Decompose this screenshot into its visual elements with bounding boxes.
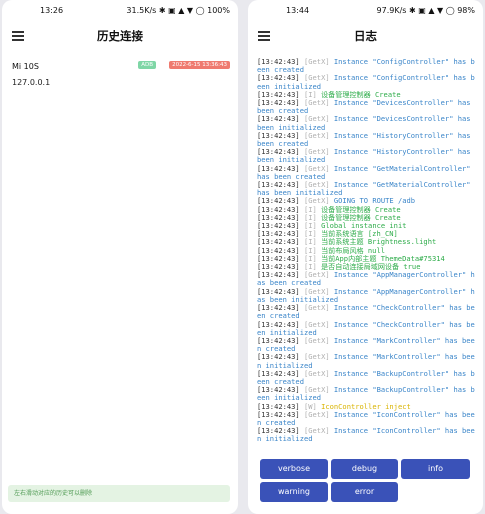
log-line: [13:42:43] [GetX] Instance "BackupContro… bbox=[257, 385, 477, 402]
log-line: [13:42:43] [GetX] Instance "ConfigContro… bbox=[257, 74, 477, 91]
log-tag: [GetX] bbox=[299, 58, 334, 66]
log-view[interactable]: [13:42:43] [GetX] Instance "ConfigContro… bbox=[257, 58, 477, 458]
status-indicators: 31.5K/s ✱ ▣ ▲ ▼ ◯ 100% bbox=[126, 6, 230, 15]
log-line: [13:42:43] [GetX] Instance "DevicesContr… bbox=[257, 98, 477, 115]
swipe-hint: 左右滑动对应的历史可以删除 bbox=[8, 485, 230, 502]
history-device-item[interactable]: Mi 10S 127.0.0.1 ADB 2022-6-15 13:36:43 bbox=[12, 60, 230, 90]
warning-button[interactable]: warning bbox=[260, 482, 328, 502]
log-line: [13:42:43] [GetX] Instance "HistoryContr… bbox=[257, 148, 477, 165]
log-line: [13:42:43] [GetX] Instance "AppManagerCo… bbox=[257, 287, 477, 304]
log-line: [13:42:43] [GetX] Instance "MarkControll… bbox=[257, 353, 477, 370]
app-bar: 日志 bbox=[248, 22, 483, 50]
log-screen: 13:44 97.9K/s ✱ ▣ ▲ ▼ ◯ 98% 日志 [13:42:43… bbox=[248, 0, 483, 514]
log-line: [13:42:43] [GetX] Instance "HistoryContr… bbox=[257, 131, 477, 148]
log-line: [13:42:43] [GetX] Instance "GetMaterialC… bbox=[257, 164, 477, 181]
log-line: [13:42:43] [GetX] Instance "MarkControll… bbox=[257, 335, 477, 353]
log-tag: [GetX] bbox=[299, 303, 334, 313]
log-line: [13:42:43] [GetX] Instance "DevicesContr… bbox=[257, 115, 477, 132]
status-bar: 13:26 31.5K/s ✱ ▣ ▲ ▼ ◯ 100% bbox=[2, 0, 238, 22]
page-title: 日志 bbox=[354, 29, 377, 43]
page-title: 历史连接 bbox=[97, 29, 143, 43]
status-time: 13:44 bbox=[286, 6, 310, 15]
log-line: [13:42:43] [GetX] Instance "GetMaterialC… bbox=[257, 180, 477, 197]
connection-type-badge: ADB bbox=[138, 61, 156, 69]
log-line: [13:42:43] [GetX] Instance "IconControll… bbox=[257, 426, 477, 443]
device-ip: 127.0.0.1 bbox=[12, 78, 51, 87]
history-screen: 13:26 31.5K/s ✱ ▣ ▲ ▼ ◯ 100% 历史连接 Mi 10S… bbox=[2, 0, 238, 514]
log-tag: [GetX] bbox=[299, 368, 334, 378]
log-line: [13:42:43] [GetX] Instance "ConfigContro… bbox=[257, 58, 477, 74]
log-tag: [GetX] bbox=[299, 335, 334, 345]
status-bar: 13:44 97.9K/s ✱ ▣ ▲ ▼ ◯ 98% bbox=[248, 0, 483, 22]
verbose-button[interactable]: verbose bbox=[260, 459, 328, 479]
error-button[interactable]: error bbox=[331, 482, 398, 502]
timestamp-badge: 2022-6-15 13:36:43 bbox=[169, 61, 230, 69]
info-button[interactable]: info bbox=[401, 459, 470, 479]
log-line: [13:42:43] [GetX] Instance "CheckControl… bbox=[257, 303, 477, 320]
log-line: [13:42:43] [GetX] Instance "BackupContro… bbox=[257, 368, 477, 386]
device-name: Mi 10S bbox=[12, 62, 39, 71]
log-line: [13:42:43] [GetX] Instance "AppManagerCo… bbox=[257, 271, 477, 288]
app-bar: 历史连接 bbox=[2, 22, 238, 50]
status-indicators: 97.9K/s ✱ ▣ ▲ ▼ ◯ 98% bbox=[376, 6, 475, 15]
log-line: [13:42:43] [GetX] Instance "CheckControl… bbox=[257, 320, 477, 337]
debug-button[interactable]: debug bbox=[331, 459, 398, 479]
log-line: [13:42:43] [GetX] Instance "IconControll… bbox=[257, 409, 477, 427]
log-tag: [GetX] bbox=[299, 409, 334, 419]
status-time: 13:26 bbox=[40, 6, 64, 15]
